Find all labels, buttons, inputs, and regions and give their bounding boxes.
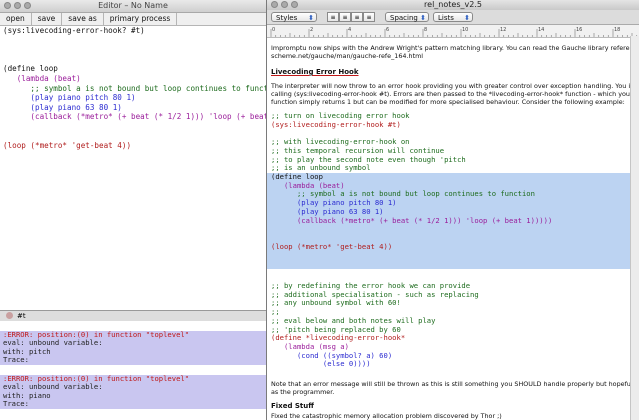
code-line: (sys:livecoding-error-hook? #t)	[3, 26, 145, 35]
align-center-button[interactable]: ≡	[339, 12, 351, 22]
console-result: #t	[17, 312, 26, 320]
highlighted-code[interactable]: (define loop (lambda (beat) ;; symbol a …	[267, 172, 639, 269]
code-line: (play piano pitch 80 1)	[3, 93, 136, 103]
window-controls	[4, 2, 31, 9]
window-controls	[271, 1, 298, 8]
zoom-icon[interactable]	[291, 1, 298, 8]
chevron-down-icon: ⬍	[308, 14, 314, 22]
chevron-down-icon: ⬍	[464, 14, 470, 22]
ruler-label: 0	[272, 27, 275, 33]
primary-process-button[interactable]: primary process	[104, 13, 178, 25]
ruler-label: 2	[310, 27, 313, 33]
ruler-label: 18	[614, 27, 620, 33]
section-heading: Livecoding Error Hook	[271, 68, 359, 76]
ruler-label: 6	[386, 27, 389, 33]
code-sample: ;; turn on livecoding error hook (sys:liv…	[271, 111, 466, 173]
vertical-scrollbar[interactable]	[630, 36, 639, 420]
save-as-button[interactable]: save as	[62, 13, 104, 25]
status-dot-icon	[6, 312, 13, 319]
styles-select[interactable]: Styles ⬍	[271, 12, 317, 22]
section-heading: Fixed Stuff	[271, 402, 314, 410]
ruler-label: 8	[424, 27, 427, 33]
code-line: (loop (*metro* 'get-beat 4))	[3, 141, 132, 151]
code-line: (play piano 63 80 1)	[3, 102, 122, 112]
notes-titlebar[interactable]: rel_notes_v2.5	[267, 0, 639, 10]
ruler-label: 4	[348, 27, 351, 33]
editor-titlebar[interactable]: Editor – No Name	[0, 0, 266, 13]
zoom-icon[interactable]	[24, 2, 31, 9]
document-body[interactable]: Impromptu now ships with the Andrew Wrig…	[267, 36, 639, 420]
paragraph: function simply returns 1 but can be mod…	[271, 98, 625, 106]
chevron-down-icon: ⬍	[420, 14, 426, 22]
paragraph: as the programmer.	[271, 388, 335, 396]
paragraph: The interpreter will now throw to an err…	[271, 82, 631, 90]
close-icon[interactable]	[271, 1, 278, 8]
open-button[interactable]: open	[0, 13, 32, 25]
save-button[interactable]: save	[32, 13, 63, 25]
ruler-label: 12	[500, 27, 506, 33]
minimize-icon[interactable]	[281, 1, 288, 8]
spacing-select[interactable]: Spacing ⬍	[385, 12, 429, 22]
close-icon[interactable]	[4, 2, 11, 9]
editor-toolbar: open save save as primary process	[0, 13, 266, 26]
error-block: :ERROR: position:(0) in function "toplev…	[0, 374, 266, 409]
format-bar: Styles ⬍ ≡ ≡ ≡ ≡ Spacing ⬍ Lists ⬍	[267, 10, 639, 25]
error-block: :ERROR: position:(0) in function "toplev…	[0, 330, 266, 365]
code-line: (lambda (beat)	[3, 73, 81, 83]
paragraph: calling (sys:livecoding-error-hook #t). …	[271, 90, 631, 98]
code-line: (define loop	[3, 64, 58, 74]
ruler-label: 14	[538, 27, 544, 33]
notes-title: rel_notes_v2.5	[424, 0, 482, 9]
paragraph-link[interactable]: scheme.net/gauche/man/gauche-refe_164.ht…	[271, 52, 631, 60]
notes-window: rel_notes_v2.5 Styles ⬍ ≡ ≡ ≡ ≡ Spacing ⬍ …	[266, 0, 639, 420]
paragraph: Impromptu now ships with the Andrew Wrig…	[271, 44, 631, 52]
paragraph: Note that an error message will still be…	[271, 380, 631, 388]
ruler-label: 16	[576, 27, 582, 33]
editor-window: Editor – No Name open save save as prima…	[0, 0, 266, 420]
code-sample: ;; by redefining the error hook we can p…	[271, 281, 479, 369]
code-line: (callback (*metro* (+ beat (* 1/2 1))) '…	[30, 112, 266, 122]
justify-button[interactable]: ≡	[363, 12, 375, 22]
editor-title: Editor – No Name	[98, 1, 168, 10]
code-editor[interactable]: (sys:livecoding-error-hook? #t) (define …	[0, 26, 266, 310]
lists-select[interactable]: Lists ⬍	[433, 12, 473, 22]
console-output[interactable]: :ERROR: position:(0) in function "toplev…	[0, 321, 266, 420]
paragraph: Fixed the catastrophic memory allocation…	[271, 412, 502, 420]
align-left-button[interactable]: ≡	[327, 12, 339, 22]
align-right-button[interactable]: ≡	[351, 12, 363, 22]
code-line: ;; symbol a is not bound but loop contin…	[3, 83, 266, 93]
minimize-icon[interactable]	[14, 2, 21, 9]
ruler-label: 10	[462, 27, 468, 33]
